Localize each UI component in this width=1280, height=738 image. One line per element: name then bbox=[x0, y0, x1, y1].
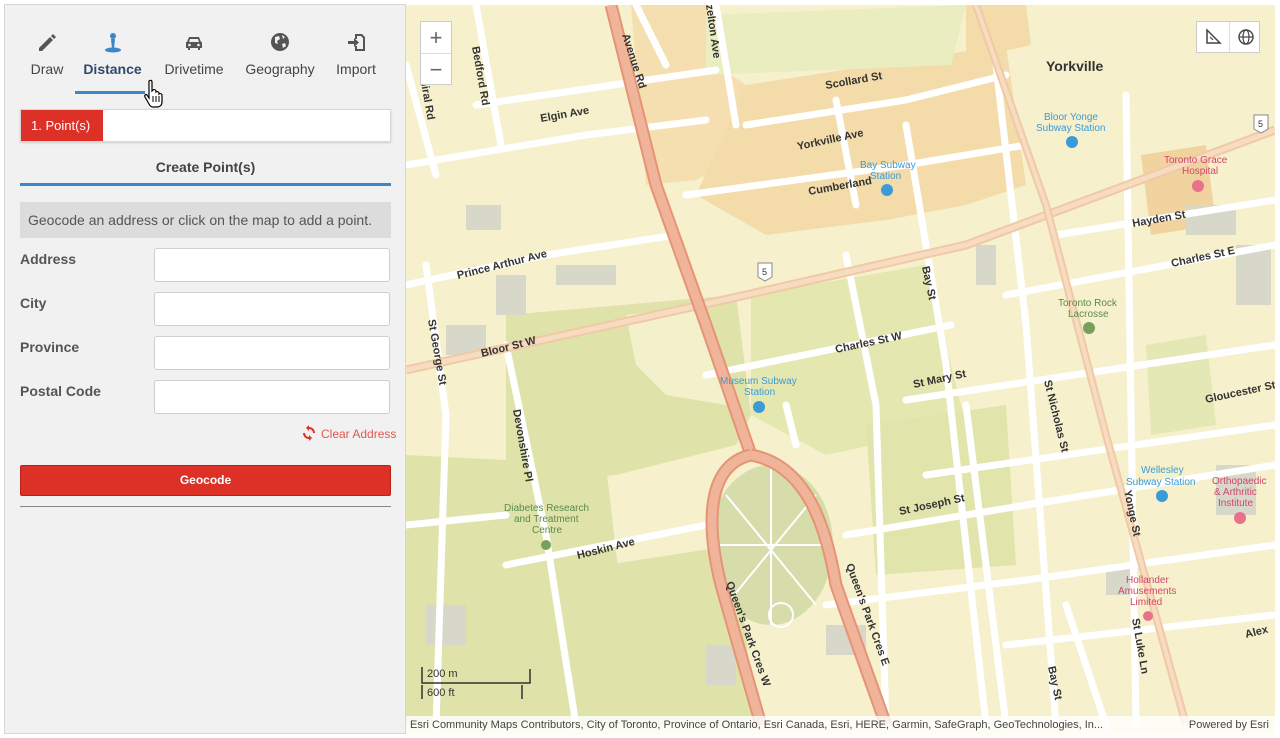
shop-icon[interactable] bbox=[1143, 611, 1153, 621]
route-5-shield: 5 bbox=[1253, 114, 1269, 134]
province-label: Province bbox=[20, 339, 80, 355]
subway-icon[interactable] bbox=[881, 184, 893, 196]
medical-centre-icon[interactable] bbox=[541, 540, 551, 550]
poi-label: Wellesley bbox=[1141, 465, 1184, 476]
zoom-in-button[interactable]: + bbox=[421, 22, 451, 53]
tab-distance-label: Distance bbox=[83, 61, 142, 77]
poi-label: Hospital bbox=[1182, 166, 1218, 177]
scale-bar: 200 m 600 ft bbox=[420, 665, 550, 703]
hospital-icon[interactable] bbox=[1192, 180, 1204, 192]
tab-import-label: Import bbox=[336, 61, 376, 77]
hospital-icon[interactable] bbox=[1234, 512, 1246, 524]
tab-import[interactable]: Import bbox=[333, 31, 379, 99]
route-5-label: 5 bbox=[762, 267, 767, 277]
poi-label: Station bbox=[744, 387, 775, 398]
globe-icon bbox=[271, 33, 289, 51]
map-attribution: Esri Community Maps Contributors, City o… bbox=[406, 716, 1275, 735]
poi-label: Hollander bbox=[1126, 575, 1169, 586]
city-label: City bbox=[20, 295, 47, 311]
route-5-label: 5 bbox=[1258, 119, 1263, 129]
scale-imperial: 600 ft bbox=[427, 687, 455, 699]
tool-tabs: Draw Distance Drivetime Geography Import bbox=[5, 5, 405, 105]
basemap: 5 5 Yorkville Avenue Rd zelton Ave Bedfo… bbox=[406, 5, 1275, 735]
poi-label: and Treatment bbox=[514, 514, 579, 525]
panel-divider bbox=[20, 506, 391, 507]
refresh-icon bbox=[303, 425, 315, 441]
step-badge[interactable]: 1. Point(s) bbox=[21, 110, 103, 141]
map-area bbox=[866, 405, 1016, 575]
section-divider bbox=[20, 183, 391, 186]
poi-label: Subway Station bbox=[1126, 477, 1196, 488]
tab-draw[interactable]: Draw bbox=[27, 31, 67, 99]
import-icon bbox=[348, 34, 365, 51]
step-progress-bar: 1. Point(s) bbox=[20, 109, 391, 142]
pencil-icon bbox=[39, 34, 56, 51]
poi-label: Bay Subway bbox=[860, 160, 916, 171]
subway-icon[interactable] bbox=[753, 401, 765, 413]
poi-label: Subway Station bbox=[1036, 123, 1106, 134]
subway-icon[interactable] bbox=[1066, 136, 1078, 148]
attribution-text[interactable]: Esri Community Maps Contributors, City o… bbox=[410, 719, 1103, 731]
poi-label: Toronto Rock bbox=[1058, 298, 1118, 309]
city-input[interactable] bbox=[154, 292, 390, 326]
tab-geography-label: Geography bbox=[245, 61, 315, 77]
poi-label: & Arthritic bbox=[1214, 487, 1257, 498]
poi-label: Amusements bbox=[1118, 586, 1176, 597]
poi-label: Limited bbox=[1130, 597, 1162, 608]
subway-icon[interactable] bbox=[1156, 490, 1168, 502]
globe-icon bbox=[1237, 29, 1254, 45]
active-tab-indicator bbox=[75, 91, 145, 94]
poi-label: Toronto Grace bbox=[1164, 155, 1228, 166]
poi-label: Centre bbox=[532, 525, 562, 536]
clear-address-label: Clear Address bbox=[321, 427, 397, 441]
postal-code-label: Postal Code bbox=[20, 383, 101, 399]
poi-label: Institute bbox=[1218, 498, 1253, 509]
poi-label: Museum Subway bbox=[720, 376, 797, 387]
pin-icon bbox=[104, 33, 121, 53]
scale-metric: 200 m bbox=[427, 668, 458, 680]
geocode-button[interactable]: Geocode bbox=[20, 465, 391, 496]
poi-label: Bloor Yonge bbox=[1044, 112, 1098, 123]
route-5-shield: 5 bbox=[757, 262, 773, 282]
map-area bbox=[1146, 335, 1216, 435]
map-area bbox=[706, 5, 966, 75]
tab-geography[interactable]: Geography bbox=[243, 31, 317, 99]
address-label: Address bbox=[20, 251, 77, 267]
place-label: Yorkville bbox=[1046, 58, 1104, 74]
poi-label: Orthopaedic bbox=[1212, 476, 1266, 487]
map-tools bbox=[1196, 21, 1260, 53]
app-window: Draw Distance Drivetime Geography Import bbox=[0, 0, 1280, 738]
poi-label: Diabetes Research bbox=[504, 503, 589, 514]
powered-by-esri[interactable]: Powered by Esri bbox=[1189, 716, 1269, 735]
basemap-button[interactable] bbox=[1229, 22, 1261, 52]
tab-drivetime[interactable]: Drivetime bbox=[160, 31, 228, 99]
tab-draw-label: Draw bbox=[30, 61, 64, 77]
zoom-control: + − bbox=[420, 21, 452, 85]
tools-panel: Draw Distance Drivetime Geography Import bbox=[4, 4, 406, 734]
section-title: Create Point(s) bbox=[155, 159, 256, 175]
tab-drivetime-label: Drivetime bbox=[164, 61, 224, 77]
address-input[interactable] bbox=[154, 248, 390, 282]
hand-cursor-icon bbox=[144, 79, 163, 108]
car-icon bbox=[186, 37, 202, 50]
measure-button[interactable] bbox=[1197, 22, 1229, 52]
poi-label: Station bbox=[870, 171, 901, 182]
tab-distance[interactable]: Distance bbox=[80, 31, 145, 99]
zoom-out-button[interactable]: − bbox=[421, 53, 451, 84]
clear-address-link[interactable]: Clear Address bbox=[301, 425, 396, 441]
postal-code-input[interactable] bbox=[154, 380, 390, 414]
measure-icon bbox=[1206, 28, 1222, 44]
poi-label: Lacrosse bbox=[1068, 309, 1109, 320]
province-input[interactable] bbox=[154, 336, 390, 370]
sports-icon[interactable] bbox=[1083, 322, 1095, 334]
map-view[interactable]: 5 5 Yorkville Avenue Rd zelton Ave Bedfo… bbox=[406, 5, 1275, 735]
info-message: Geocode an address or click on the map t… bbox=[20, 202, 391, 238]
